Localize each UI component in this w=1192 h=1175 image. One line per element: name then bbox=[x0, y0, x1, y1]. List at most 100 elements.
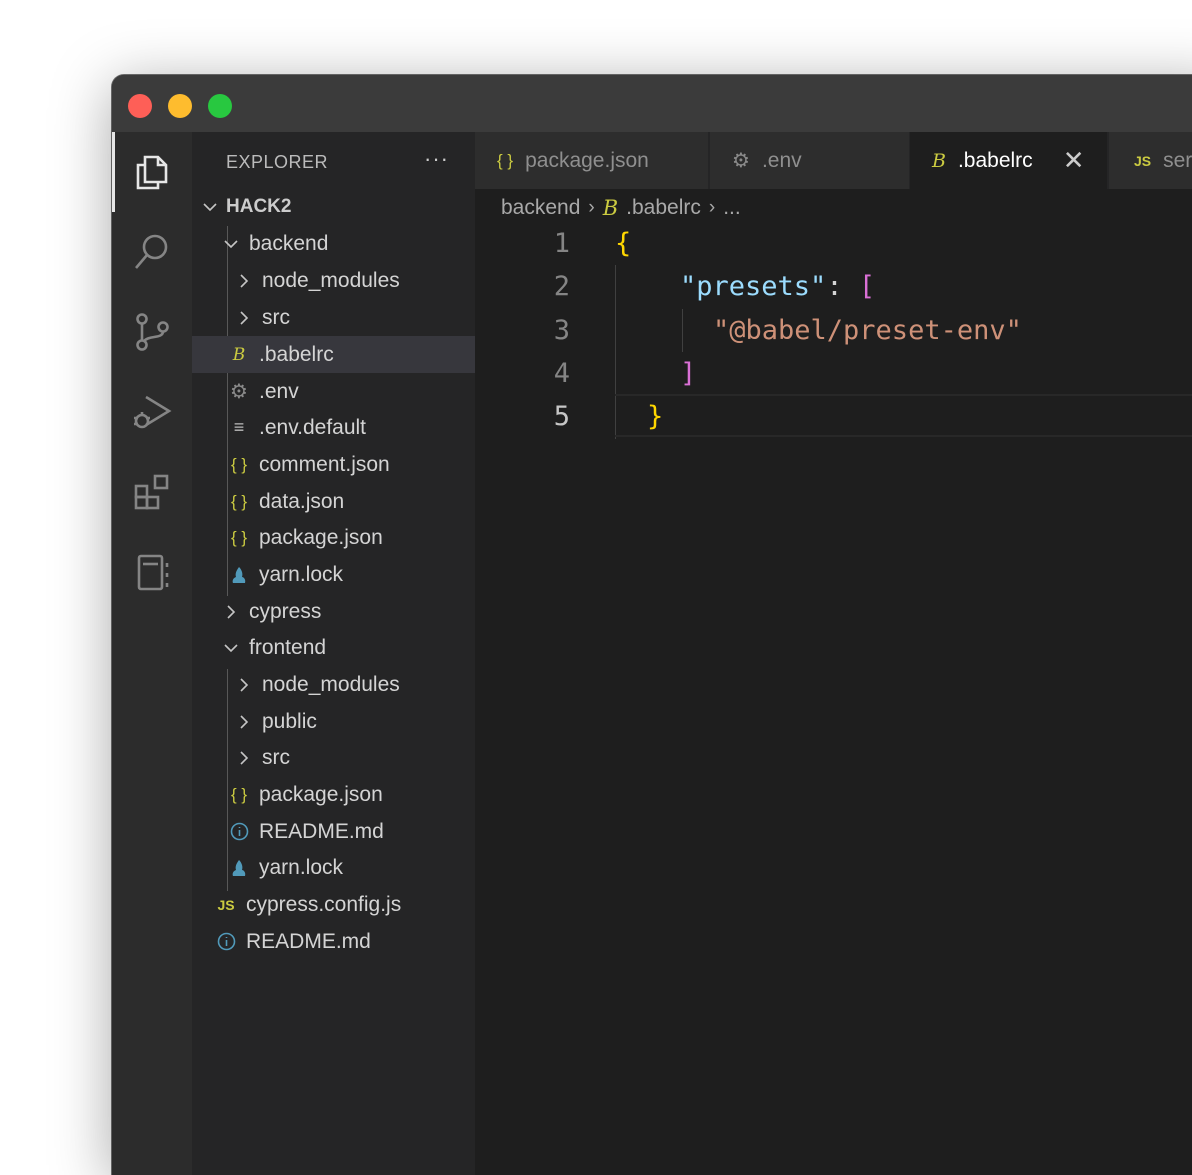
breadcrumb-file[interactable]: .babelrc bbox=[626, 196, 701, 220]
json-file-icon: { } bbox=[230, 527, 248, 547]
run-debug-activity-button[interactable] bbox=[112, 372, 192, 452]
text-file-icon: ≡ bbox=[233, 417, 245, 437]
code-line-current: 5 } bbox=[475, 394, 1192, 438]
tab-label: ser bbox=[1163, 148, 1192, 172]
tree-item-public[interactable]: public bbox=[192, 703, 475, 740]
explorer-title: EXPLORER bbox=[226, 152, 329, 172]
chevron-right-icon bbox=[234, 747, 254, 768]
tree-item-label: frontend bbox=[249, 635, 327, 659]
tree-item-label: README.md bbox=[259, 819, 384, 843]
chevron-right-icon: › bbox=[588, 197, 595, 218]
search-icon bbox=[135, 234, 168, 269]
gear-icon: ⚙ bbox=[732, 150, 750, 172]
notebook-icon bbox=[137, 554, 169, 591]
tree-item-node-modules[interactable]: node_modules bbox=[192, 262, 475, 299]
open-brace: { bbox=[615, 228, 632, 259]
breadcrumb: backend › B .babelrc › ... bbox=[501, 196, 741, 220]
chevron-down-icon bbox=[200, 196, 220, 217]
vscode-window: EXPLORER ··· HACK2 backend node_modules … bbox=[112, 75, 1192, 1175]
tab-package-json[interactable]: { } package.json bbox=[475, 132, 709, 189]
chevron-right-icon bbox=[234, 307, 254, 328]
tree-item-label: cypress.config.js bbox=[246, 892, 402, 916]
tree-item-yarn-lock[interactable]: yarn.lock bbox=[192, 556, 475, 593]
tree-item-src[interactable]: src bbox=[192, 739, 475, 776]
source-control-icon bbox=[136, 313, 169, 351]
activity-bar bbox=[112, 132, 192, 1175]
extensions-icon bbox=[134, 474, 169, 510]
json-colon: : bbox=[826, 271, 859, 302]
more-actions-button[interactable]: ··· bbox=[424, 146, 449, 172]
tree-item-label: node_modules bbox=[262, 672, 400, 696]
close-window-button[interactable] bbox=[128, 94, 152, 118]
close-bracket: ] bbox=[680, 358, 697, 389]
tree-item-label: public bbox=[262, 709, 317, 733]
tree-item-label: .env bbox=[259, 379, 299, 403]
tree-item-babelrc[interactable]: B .babelrc bbox=[192, 336, 475, 373]
tree-item-yarn-lock[interactable]: yarn.lock bbox=[192, 849, 475, 886]
tab-env[interactable]: ⚙ .env bbox=[710, 132, 910, 189]
chevron-right-icon bbox=[234, 674, 254, 695]
explorer-activity-button[interactable] bbox=[112, 132, 192, 212]
minimize-window-button[interactable] bbox=[168, 94, 192, 118]
tree-item-package-json[interactable]: { } package.json bbox=[192, 776, 475, 813]
info-icon bbox=[228, 822, 250, 841]
tree-item-label: backend bbox=[249, 231, 329, 255]
zoom-window-button[interactable] bbox=[208, 94, 232, 118]
tree-item-src[interactable]: src bbox=[192, 299, 475, 336]
tree-item-frontend[interactable]: frontend bbox=[192, 629, 475, 666]
tree-item-env[interactable]: ⚙ .env bbox=[192, 373, 475, 410]
tab-label: .env bbox=[761, 148, 802, 172]
babel-file-icon: B bbox=[232, 344, 246, 365]
notebook-activity-button[interactable] bbox=[112, 532, 192, 612]
tab-label: package.json bbox=[525, 148, 649, 172]
line-number: 4 bbox=[553, 358, 570, 389]
tree-item-data-json[interactable]: { } data.json bbox=[192, 483, 475, 520]
tree-item-label: node_modules bbox=[262, 268, 400, 292]
search-activity-button[interactable] bbox=[112, 212, 192, 292]
json-file-icon: { } bbox=[230, 784, 248, 804]
tree-item-label: package.json bbox=[259, 525, 383, 549]
explorer-sidebar: EXPLORER ··· HACK2 backend node_modules … bbox=[192, 132, 475, 1175]
close-tab-icon[interactable]: ✕ bbox=[1063, 145, 1085, 176]
line-number: 3 bbox=[553, 315, 570, 346]
tree-item-label: comment.json bbox=[259, 452, 390, 476]
code-line: 3 "@babel/preset-env" bbox=[475, 309, 1192, 352]
chevron-right-icon bbox=[234, 270, 254, 291]
tree-item-env-default[interactable]: ≡ .env.default bbox=[192, 409, 475, 446]
breadcrumb-more[interactable]: ... bbox=[723, 196, 741, 220]
tree-item-cypress-config[interactable]: JS cypress.config.js bbox=[192, 886, 475, 923]
files-icon bbox=[136, 155, 168, 190]
tree-item-label: cypress bbox=[249, 599, 322, 623]
babel-file-icon: B bbox=[602, 196, 619, 220]
breadcrumb-folder[interactable]: backend bbox=[501, 196, 580, 220]
tree-root-label: HACK2 bbox=[226, 195, 292, 217]
chevron-right-icon bbox=[221, 601, 241, 622]
json-file-icon: { } bbox=[230, 454, 248, 474]
tree-item-package-json[interactable]: { } package.json bbox=[192, 519, 475, 556]
tree-root-hack2[interactable]: HACK2 bbox=[192, 188, 475, 225]
tree-item-label: src bbox=[262, 745, 290, 769]
tree-item-label: yarn.lock bbox=[259, 855, 344, 879]
tree-item-comment-json[interactable]: { } comment.json bbox=[192, 446, 475, 483]
tree-item-node-modules[interactable]: node_modules bbox=[192, 666, 475, 703]
extensions-activity-button[interactable] bbox=[112, 452, 192, 532]
yarn-icon bbox=[228, 859, 250, 877]
code-line: 1 { bbox=[475, 222, 1192, 265]
chevron-down-icon bbox=[221, 233, 241, 254]
line-number: 2 bbox=[553, 271, 570, 302]
json-string: "@babel/preset-env" bbox=[713, 315, 1022, 346]
tree-item-label: src bbox=[262, 305, 290, 329]
tree-item-backend[interactable]: backend bbox=[192, 225, 475, 262]
tree-item-readme[interactable]: README.md bbox=[192, 923, 475, 960]
line-number: 5 bbox=[553, 401, 570, 432]
tree-item-label: data.json bbox=[259, 489, 345, 513]
json-file-icon: { } bbox=[230, 491, 248, 511]
tree-item-label: .env.default bbox=[259, 415, 367, 439]
json-file-icon: { } bbox=[497, 150, 514, 170]
tab-server-js[interactable]: JS ser bbox=[1109, 132, 1192, 189]
tree-item-readme[interactable]: README.md bbox=[192, 813, 475, 850]
tree-item-cypress[interactable]: cypress bbox=[192, 593, 475, 630]
tab-babelrc[interactable]: B .babelrc ✕ bbox=[910, 132, 1108, 189]
source-control-activity-button[interactable] bbox=[112, 292, 192, 372]
tree-item-label: .babelrc bbox=[259, 342, 334, 366]
